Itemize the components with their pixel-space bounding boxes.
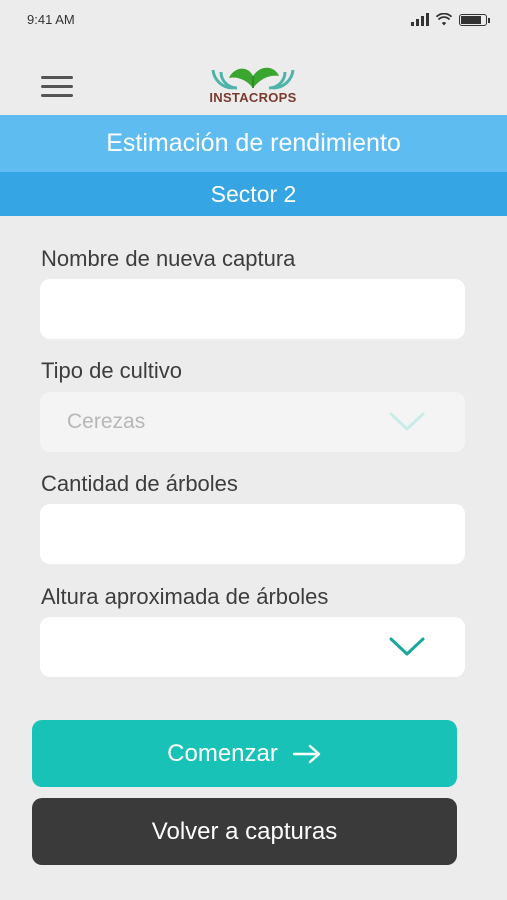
chevron-down-icon [389,412,425,431]
status-bar: 9:41 AM [0,0,507,40]
crop-type-label: Tipo de cultivo [41,358,183,383]
tree-height-select[interactable] [40,617,465,677]
status-time: 9:41 AM [27,12,75,27]
status-icons [411,13,490,26]
back-to-captures-button[interactable]: Volver a capturas [32,798,457,865]
capture-name-label: Nombre de nueva captura [41,246,296,271]
battery-icon [459,13,490,26]
app-header: INSTACROPS [0,40,507,115]
page-title: Estimación de rendimiento [0,115,507,172]
chevron-down-icon [389,637,425,656]
page-subtitle: Sector 2 [0,172,507,216]
tree-count-input[interactable] [40,504,465,564]
tree-count-label: Cantidad de árboles [41,471,238,496]
signal-icon [411,13,429,26]
leaf-logo-icon [211,67,295,90]
crop-type-select[interactable]: Cerezas [40,392,465,452]
logo-text: INSTACROPS [209,90,297,105]
instacrops-logo: INSTACROPS [207,58,299,110]
back-to-captures-label: Volver a capturas [151,817,338,845]
hamburger-icon [41,76,73,79]
crop-type-value: Cerezas [67,410,146,433]
arrow-right-icon [292,744,321,763]
tree-height-label: Altura aproximada de árboles [41,584,329,609]
capture-name-input[interactable] [40,279,465,339]
wifi-icon [436,13,452,26]
start-button[interactable]: Comenzar [32,720,457,787]
start-button-label: Comenzar [167,739,278,767]
hamburger-menu-button[interactable] [41,76,73,98]
